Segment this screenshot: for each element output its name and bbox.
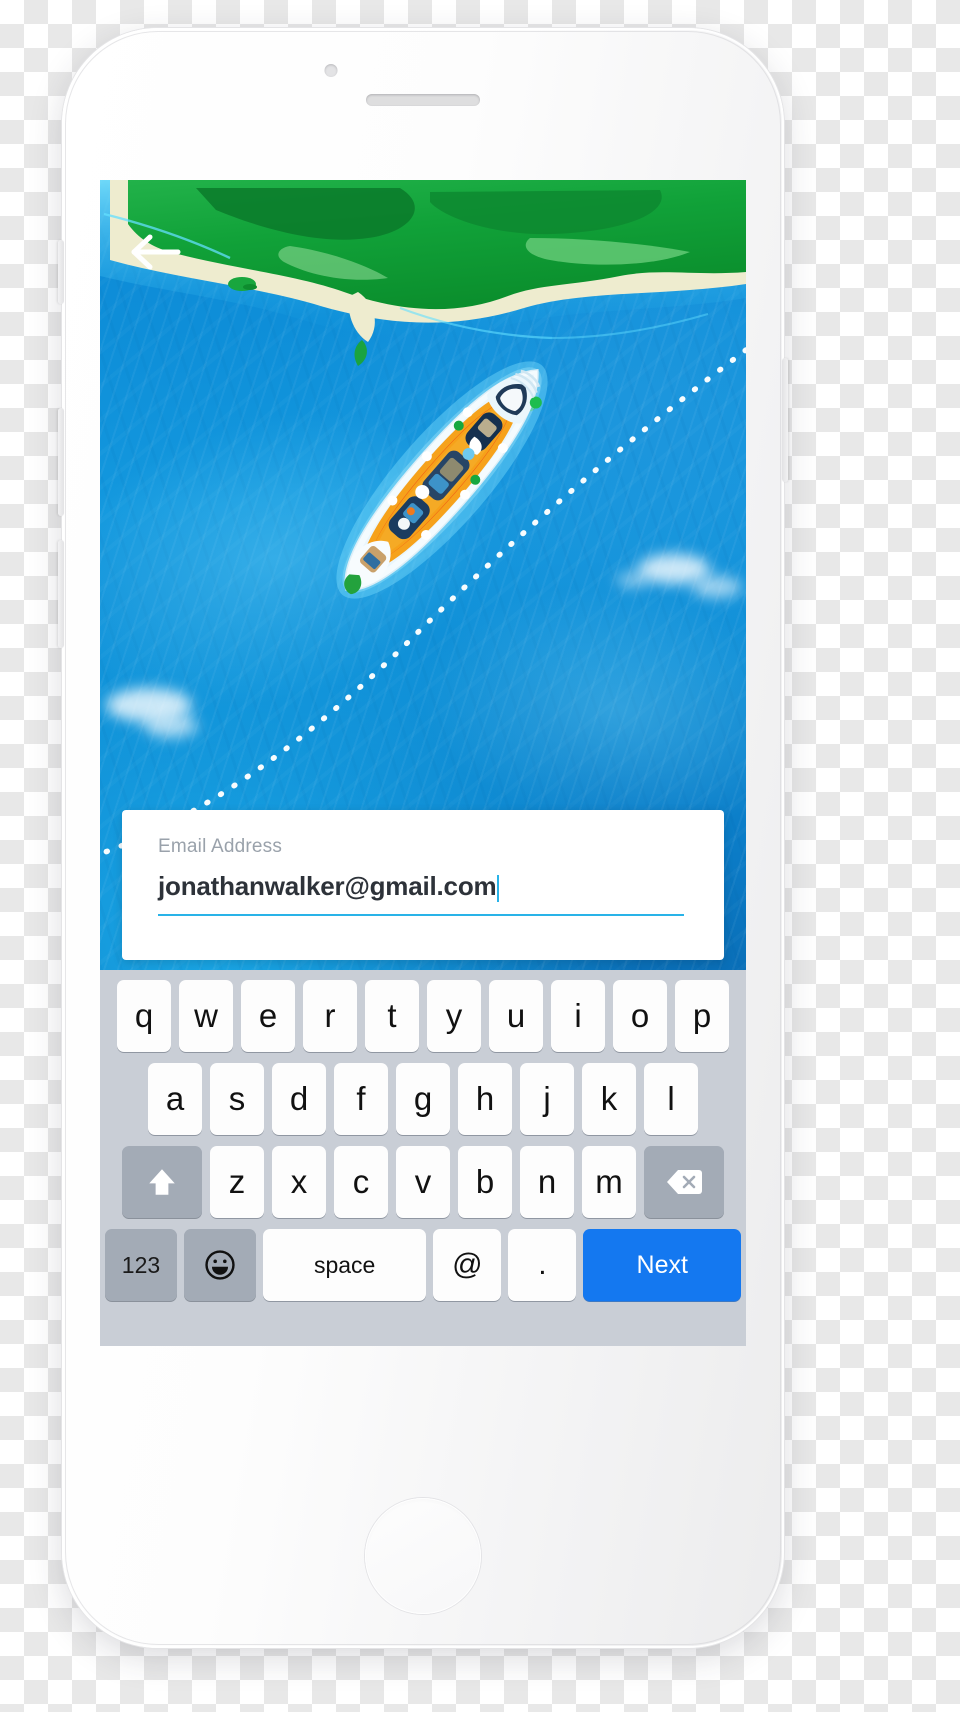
key-s[interactable]: s <box>210 1063 264 1135</box>
key-w[interactable]: w <box>179 980 233 1052</box>
shift-arrow-up-icon <box>149 1169 175 1195</box>
key-m[interactable]: m <box>582 1146 636 1218</box>
shift-key[interactable] <box>122 1146 202 1218</box>
period-key[interactable]: . <box>508 1229 577 1301</box>
arrow-left-icon[interactable] <box>128 230 184 274</box>
key-b[interactable]: b <box>458 1146 512 1218</box>
keyboard-row-1: q w e r t y u i o p <box>103 980 743 1052</box>
at-sign-key[interactable]: @ <box>433 1229 502 1301</box>
phone-device-mockup: Email Address jonathanwalker@gmail.com q… <box>58 28 788 1648</box>
cruise-ship <box>336 361 548 599</box>
text-cursor-caret <box>497 875 500 902</box>
key-d[interactable]: d <box>272 1063 326 1135</box>
key-z[interactable]: z <box>210 1146 264 1218</box>
sea-foam <box>144 714 198 738</box>
volume-down-button[interactable] <box>58 540 64 648</box>
key-i[interactable]: i <box>551 980 605 1052</box>
keyboard-row-2: a s d f g h j k l <box>103 1063 743 1135</box>
emoji-key[interactable] <box>183 1229 256 1301</box>
numbers-key[interactable]: 123 <box>105 1229 177 1301</box>
email-input-card[interactable]: Email Address jonathanwalker@gmail.com <box>122 810 724 960</box>
key-o[interactable]: o <box>613 980 667 1052</box>
key-p[interactable]: p <box>675 980 729 1052</box>
key-e[interactable]: e <box>241 980 295 1052</box>
key-f[interactable]: f <box>334 1063 388 1135</box>
sea-foam <box>616 572 650 588</box>
earpiece-speaker <box>366 94 480 106</box>
key-n[interactable]: n <box>520 1146 574 1218</box>
key-y[interactable]: y <box>427 980 481 1052</box>
key-a[interactable]: a <box>148 1063 202 1135</box>
silent-switch[interactable] <box>58 240 64 304</box>
sea-foam <box>692 576 742 598</box>
key-j[interactable]: j <box>520 1063 574 1135</box>
key-u[interactable]: u <box>489 980 543 1052</box>
email-field-label: Email Address <box>158 836 283 857</box>
onscreen-keyboard[interactable]: q w e r t y u i o p a s d f g h j k l z … <box>100 970 746 1346</box>
volume-up-button[interactable] <box>58 408 64 516</box>
key-x[interactable]: x <box>272 1146 326 1218</box>
email-input-value: jonathanwalker@gmail.com <box>158 871 497 901</box>
key-g[interactable]: g <box>396 1063 450 1135</box>
key-q[interactable]: q <box>117 980 171 1052</box>
keyboard-row-4: 123 space @ . Next <box>103 1229 743 1301</box>
key-h[interactable]: h <box>458 1063 512 1135</box>
key-v[interactable]: v <box>396 1146 450 1218</box>
keyboard-row-3: z x c v b n m <box>103 1146 743 1218</box>
home-button[interactable] <box>365 1498 481 1614</box>
phone-screen: Email Address jonathanwalker@gmail.com q… <box>100 180 746 1346</box>
smiley-face-icon <box>205 1250 235 1280</box>
key-l[interactable]: l <box>644 1063 698 1135</box>
space-key[interactable]: space <box>262 1229 427 1301</box>
key-r[interactable]: r <box>303 980 357 1052</box>
key-k[interactable]: k <box>582 1063 636 1135</box>
front-camera <box>324 64 338 77</box>
key-c[interactable]: c <box>334 1146 388 1218</box>
key-t[interactable]: t <box>365 980 419 1052</box>
email-input-field[interactable]: jonathanwalker@gmail.com <box>158 871 684 916</box>
power-button[interactable] <box>782 358 788 482</box>
next-key[interactable]: Next <box>583 1229 742 1301</box>
backspace-key[interactable] <box>644 1146 724 1218</box>
backspace-delete-icon <box>667 1170 702 1194</box>
